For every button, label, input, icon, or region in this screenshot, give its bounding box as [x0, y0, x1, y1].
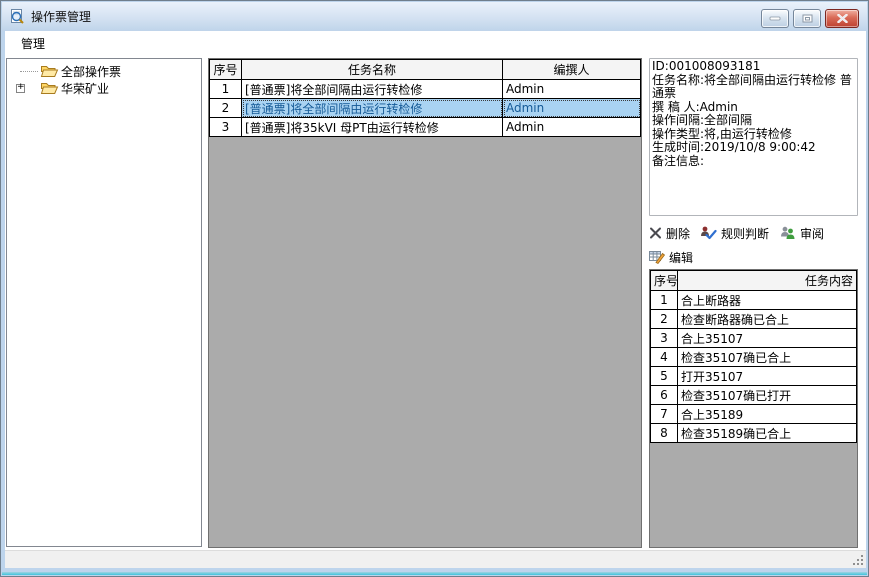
ticket-tree-panel: 全部操作票 华荣矿业	[6, 58, 202, 547]
ticket-detail-panel: ID:001008093181 任务名称:将全部间隔由运行转检修 普通票 撰 稿…	[649, 58, 858, 216]
cell-author[interactable]: Admin	[503, 80, 641, 99]
edit-button[interactable]: 编辑	[649, 249, 693, 266]
open-folder-icon	[40, 81, 59, 95]
column-header-task-content[interactable]: 任务内容	[678, 271, 857, 291]
detail-task-name: 任务名称:将全部间隔由运行转检修 普通票	[652, 74, 855, 101]
cell-author[interactable]: Admin	[503, 99, 641, 118]
cell-content[interactable]: 合上35189	[678, 405, 857, 424]
menubar: 管理	[5, 31, 866, 56]
table-row[interactable]: 1 合上断路器	[651, 291, 857, 310]
cell-content[interactable]: 检查断路器确已合上	[678, 310, 857, 329]
cell-task-name[interactable]: [普通票]将全部间隔由运行转检修	[242, 80, 503, 99]
table-row[interactable]: 3 [普通票]将35kVⅠ 母PT由运行转检修 Admin	[210, 118, 641, 137]
column-header-task-name[interactable]: 任务名称	[242, 60, 503, 80]
detail-id: ID:001008093181	[652, 60, 855, 74]
ticket-table-header-row: 序号 任务名称 编撰人	[210, 60, 641, 80]
table-row[interactable]: 1 [普通票]将全部间隔由运行转检修 Admin	[210, 80, 641, 99]
minimize-button[interactable]	[761, 9, 789, 28]
cell-task-name[interactable]: [普通票]将全部间隔由运行转检修	[242, 99, 503, 118]
cell-seq[interactable]: 1	[210, 80, 242, 99]
resize-grip[interactable]	[852, 554, 864, 566]
cell-content[interactable]: 合上断路器	[678, 291, 857, 310]
window-title: 操作票管理	[31, 8, 91, 25]
tree-item-huarong[interactable]: 华荣矿业	[7, 80, 201, 97]
review-button[interactable]: 审阅	[779, 225, 824, 242]
column-header-seq[interactable]: 序号	[210, 60, 242, 80]
close-button[interactable]	[825, 9, 859, 28]
table-row[interactable]: 5 打开35107	[651, 367, 857, 386]
cell-content[interactable]: 打开35107	[678, 367, 857, 386]
table-row[interactable]: 8 检查35189确已合上	[651, 424, 857, 443]
delete-button[interactable]: 删除	[649, 225, 690, 242]
minimize-icon	[769, 16, 781, 21]
window: 操作票管理 管理	[0, 0, 869, 577]
cell-seq[interactable]: 3	[651, 329, 678, 348]
open-folder-icon	[40, 64, 59, 78]
ticket-table: 序号 任务名称 编撰人 1 [普通票]将全部间隔由运行转检修 Admin 2 […	[208, 58, 642, 548]
table-row[interactable]: 4 检查35107确已合上	[651, 348, 857, 367]
detail-author: 撰 稿 人:Admin	[652, 101, 855, 115]
titlebar[interactable]: 操作票管理	[2, 2, 867, 31]
cell-content[interactable]: 检查35107确已打开	[678, 386, 857, 405]
document-magnifier-icon	[9, 9, 25, 25]
column-header-seq[interactable]: 序号	[651, 271, 678, 291]
table-row-selected[interactable]: 2 [普通票]将全部间隔由运行转检修 Admin	[210, 99, 641, 118]
table-row[interactable]: 3 合上35107	[651, 329, 857, 348]
table-row[interactable]: 2 检查断路器确已合上	[651, 310, 857, 329]
cell-seq[interactable]: 1	[651, 291, 678, 310]
x-icon	[649, 227, 662, 239]
cell-task-name[interactable]: [普通票]将35kVⅠ 母PT由运行转检修	[242, 118, 503, 137]
task-content-table: 序号 任务内容 1 合上断路器 2 检查断路器确已合上 3 合上35107 4 …	[649, 269, 858, 548]
toolbar: 删除 规则判断 审阅	[649, 221, 858, 269]
maximize-icon	[802, 14, 813, 23]
cell-seq[interactable]: 3	[210, 118, 242, 137]
cell-content[interactable]: 检查35107确已合上	[678, 348, 857, 367]
detail-interval: 操作间隔:全部间隔	[652, 114, 855, 128]
plus-box-icon[interactable]	[16, 84, 25, 93]
tree-connector	[20, 71, 38, 72]
detail-created-time: 生成时间:2019/10/8 9:00:42	[652, 141, 855, 155]
rule-check-button[interactable]: 规则判断	[700, 225, 769, 242]
tree-item-all-tickets[interactable]: 全部操作票	[7, 63, 201, 80]
table-pencil-icon	[649, 250, 665, 264]
detail-remark: 备注信息:	[652, 155, 855, 169]
statusbar	[5, 550, 866, 568]
content-table-header-row: 序号 任务内容	[651, 271, 857, 291]
menu-item-manage[interactable]: 管理	[14, 32, 52, 55]
cell-seq[interactable]: 8	[651, 424, 678, 443]
table-row[interactable]: 7 合上35189	[651, 405, 857, 424]
cell-seq[interactable]: 7	[651, 405, 678, 424]
detail-op-type: 操作类型:将,由运行转检修	[652, 128, 855, 142]
table-row[interactable]: 6 检查35107确已打开	[651, 386, 857, 405]
cell-content[interactable]: 合上35107	[678, 329, 857, 348]
person-check-icon	[700, 226, 717, 240]
cell-seq[interactable]: 5	[651, 367, 678, 386]
cell-author[interactable]: Admin	[503, 118, 641, 137]
maximize-button[interactable]	[793, 9, 821, 28]
window-controls	[761, 9, 859, 28]
people-icon	[779, 226, 796, 240]
cell-seq[interactable]: 2	[651, 310, 678, 329]
column-header-author[interactable]: 编撰人	[503, 60, 641, 80]
close-icon	[837, 14, 848, 23]
cell-seq[interactable]: 4	[651, 348, 678, 367]
cell-seq[interactable]: 2	[210, 99, 242, 118]
cell-seq[interactable]: 6	[651, 386, 678, 405]
cell-content[interactable]: 检查35189确已合上	[678, 424, 857, 443]
